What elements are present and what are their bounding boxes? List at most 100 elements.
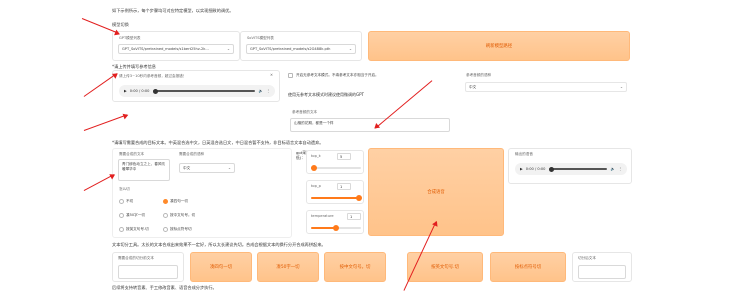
split-button-0[interactable]: 凑四句一切 (190, 252, 252, 282)
gpt-model-panel: GPT模型列表 GPT_SoVITS/pretrained_models/s1b… (112, 31, 240, 61)
tools-section-title: 文本切分工具。太长的文本合成出来效果不一定好，所以太长建议先切。合成会根据文本的… (112, 242, 326, 247)
split-input-panel: 需要合成的切分前文本 (112, 252, 184, 282)
split-input-textarea[interactable] (118, 265, 178, 279)
ref-lang-select[interactable]: 中文 ⌄ (465, 82, 627, 92)
split-input-label: 需要合成的切分前文本 (118, 256, 154, 260)
gpt-model-value: GPT_SoVITS/pretrained_models/s1bert25hz-… (122, 47, 209, 51)
target-text-value: 青门柳色动立之上，春风吹暖翠华中 (122, 162, 166, 171)
radio-icon[interactable] (163, 227, 168, 232)
sovits-model-select[interactable]: GPT_SoVITS/pretrained_models/s2G488k.pth… (246, 44, 356, 54)
no-ref-label: 开启无参考文本模式。不填参考文本亦相当于开启。 (296, 73, 379, 77)
ref-lang-label: 参考音频的语种 (466, 73, 492, 77)
output-audio-player[interactable]: ▶ 0:00 / 0:00 🔈 ⋮ (515, 163, 627, 175)
output-audio-label: 输出的语音 (515, 152, 533, 156)
ref-audio-hint: 请上传3~10秒内参考音频，超过会报错！ (119, 74, 187, 78)
top-p-input[interactable]: 1 (337, 183, 351, 190)
top-k-slider[interactable] (311, 165, 361, 171)
top-p-knob[interactable] (356, 195, 362, 201)
radio-icon[interactable] (119, 199, 124, 204)
model-section-title: 模型切换 (112, 22, 129, 27)
ref-lang-panel: 参考音频的语种 中文 ⌄ (460, 70, 632, 102)
split-option-label: 按标点符号切 (170, 227, 192, 231)
split-option-3[interactable]: 按中文句号。切 (163, 213, 195, 218)
temperature-knob[interactable] (333, 225, 339, 231)
volume-icon[interactable]: 🔈 (259, 89, 263, 93)
annotation-arrow (83, 114, 128, 132)
radio-icon[interactable] (119, 227, 124, 232)
split-output-textarea[interactable] (578, 265, 626, 279)
chevron-down-icon: ⌄ (348, 47, 352, 51)
ref-audio-player[interactable]: ▶ 0:00 / 0:00 🔈 ⋮ (119, 85, 275, 97)
split-label: 怎么切 (119, 187, 130, 191)
split-output-label: 切分后文本 (578, 256, 596, 260)
split-option-label: 凑四句一切 (170, 199, 188, 203)
sovits-model-panel: SoVITS模型列表 GPT_SoVITS/pretrained_models/… (240, 31, 362, 61)
ref-audio-time: 0:00 / 0:00 (129, 89, 150, 93)
split-button-2[interactable]: 按中文句号。切 (324, 252, 386, 282)
top-k-panel: top_k 5 (306, 150, 364, 174)
radio-icon[interactable] (163, 213, 168, 218)
split-option-4[interactable]: 按英文句号.切 (119, 227, 149, 232)
close-icon[interactable]: ✕ (270, 73, 273, 77)
top-k-knob[interactable] (311, 165, 317, 171)
gpt-model-select[interactable]: GPT_SoVITS/pretrained_models/s1bert25hz-… (118, 44, 234, 54)
radio-icon[interactable] (163, 199, 168, 204)
split-option-label: 凑50字一切 (126, 213, 145, 217)
top-p-panel: top_p 1 (306, 180, 364, 204)
ref-text-input[interactable]: 山楂的花期，都是一个样 (290, 118, 450, 132)
refresh-models-button[interactable]: 刷新模型路径 (368, 31, 630, 61)
play-icon[interactable]: ▶ (124, 89, 127, 93)
top-p-value: 1 (340, 184, 343, 189)
target-text-panel: 需要合成的文本 青门柳色动立之上，春风吹暖翠华中 需要合成的语种 中文 ⌄ 怎么… (112, 148, 292, 238)
output-audio-panel: 输出的语音 ▶ 0:00 / 0:00 🔈 ⋮ (508, 148, 632, 184)
ref-audio-track[interactable] (153, 88, 255, 94)
more-icon[interactable]: ⋮ (618, 167, 622, 171)
temperature-value: 1 (350, 214, 353, 219)
temperature-slider[interactable] (311, 225, 361, 231)
output-audio-time: 0:00 / 0:00 (525, 167, 546, 171)
top-p-slider[interactable] (311, 195, 362, 201)
ref-lang-value: 中文 (469, 84, 477, 89)
more-icon[interactable]: ⋮ (266, 89, 270, 93)
split-option-label: 按中文句号。切 (170, 213, 196, 217)
top-k-value: 5 (340, 154, 343, 159)
sovits-model-value: GPT_SoVITS/pretrained_models/s2G488k.pth (250, 47, 331, 51)
split-option-label: 按英文句号.切 (126, 227, 149, 231)
split-button-4[interactable]: 按标点符号切 (490, 252, 566, 282)
no-ref-note: 使用无参考文本模式时建议使用微调的GPT (288, 92, 364, 97)
target-lang-select[interactable]: 中文 ⌄ (179, 163, 235, 173)
temperature-input[interactable]: 1 (347, 213, 361, 220)
no-ref-checkbox[interactable] (288, 73, 293, 78)
volume-icon[interactable]: 🔈 (611, 167, 615, 171)
split-button-1[interactable]: 凑50字一切 (257, 252, 319, 282)
ref-text-value: 山楂的花期，都是一个样 (294, 121, 334, 125)
synth-section-title: *请填写需要合成的目标文本。中英混合选中文，日英混合选日文，中日混合暂不支持，非… (112, 140, 324, 145)
chevron-down-icon: ⌄ (227, 166, 231, 170)
play-icon[interactable]: ▶ (520, 167, 523, 171)
radio-icon[interactable] (119, 213, 124, 218)
top-p-label: top_p (311, 184, 321, 188)
top-note: 如下示例所示，每个步骤均可对应特定模型，以实现细致的调优。 (112, 8, 234, 13)
chevron-down-icon: ⌄ (226, 47, 230, 51)
temperature-label: temperature (311, 214, 334, 218)
split-option-0[interactable]: 不切 (119, 199, 133, 204)
top-p-fill (311, 197, 361, 199)
output-audio-track[interactable] (549, 166, 607, 172)
target-lang-label: 需要合成的语种 (179, 152, 205, 156)
split-option-1[interactable]: 凑四句一切 (163, 199, 188, 204)
target-lang-value: 中文 (183, 165, 191, 170)
split-option-2[interactable]: 凑50字一切 (119, 213, 145, 218)
top-k-label: top_k (311, 154, 321, 158)
split-option-5[interactable]: 按标点符号切 (163, 227, 192, 232)
split-output-panel: 切分后文本 (572, 252, 632, 282)
footer-note: 后续将支持转音素、手工修改音素、语音合成分步执行。 (112, 285, 217, 290)
chevron-down-icon: ⌄ (619, 85, 623, 89)
sovits-model-label: SoVITS模型列表 (247, 36, 274, 40)
no-ref-mode-toggle[interactable]: 开启无参考文本模式。不填参考文本亦相当于开启。 (288, 73, 379, 78)
split-option-label: 不切 (126, 199, 134, 203)
gpt-model-label: GPT模型列表 (119, 36, 141, 40)
temperature-panel: temperature 1 (306, 210, 364, 234)
target-text-input[interactable]: 青门柳色动立之上，春风吹暖翠华中 (118, 159, 170, 181)
ref-text-label: 参考音频的文本 (292, 110, 318, 114)
top-k-input[interactable]: 5 (337, 153, 351, 160)
